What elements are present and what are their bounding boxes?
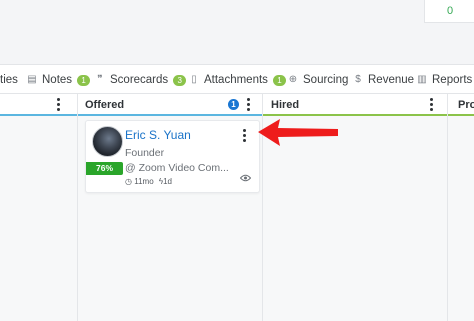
- column-header-next: Pro: [448, 94, 474, 116]
- sourcing-icon: ⊕: [288, 74, 298, 85]
- tab-sourcing-label: Sourcing: [303, 74, 349, 86]
- card-menu-button[interactable]: [243, 129, 246, 142]
- reports-icon: ▥: [417, 74, 427, 85]
- column-header-previous: [0, 94, 77, 116]
- column-title-offered: Offered: [85, 99, 125, 111]
- notes-icon: ▤: [27, 74, 37, 85]
- profile-tabs: ties ▤ Notes 1 ❞ Scorecards 3 ▯ Attachme…: [0, 64, 474, 94]
- top-count-badge[interactable]: 0: [424, 0, 474, 23]
- column-body-previous: [0, 116, 77, 321]
- column-header-offered: Offered 1: [78, 94, 262, 116]
- clock-icon: ◷: [125, 177, 132, 186]
- tab-attachments[interactable]: ▯ Attachments 1: [189, 65, 286, 95]
- candidate-age: 11mo: [134, 177, 154, 186]
- tab-scorecards[interactable]: ❞ Scorecards 3: [95, 65, 187, 95]
- candidate-title: Founder: [125, 147, 165, 159]
- tab-revenue-label: Revenue: [368, 74, 415, 86]
- column-menu-previous[interactable]: [57, 98, 60, 111]
- tab-attachments-label: Attachments: [204, 74, 268, 86]
- attachments-count: 1: [272, 74, 286, 86]
- candidate-company: @ Zoom Video Com...: [125, 162, 229, 174]
- notes-count: 1: [77, 74, 91, 86]
- column-title-next: Pro: [458, 99, 474, 111]
- scorecards-count: 3: [173, 74, 187, 86]
- column-header-hired: Hired: [263, 94, 447, 116]
- eye-icon[interactable]: [239, 174, 252, 185]
- avatar[interactable]: [92, 126, 123, 157]
- tab-reports-label: Reports: [432, 74, 473, 86]
- tab-scorecards-label: Scorecards: [110, 74, 169, 86]
- tab-revenue[interactable]: $ Revenue: [353, 65, 414, 95]
- column-menu-hired[interactable]: [430, 98, 433, 111]
- tab-activities-label: ties: [0, 74, 18, 86]
- tab-activities[interactable]: ties: [0, 65, 18, 95]
- annotation-arrow-icon: [258, 119, 338, 146]
- revenue-icon: $: [355, 74, 361, 85]
- stage-time: 1d: [163, 177, 173, 186]
- column-body-next: [448, 116, 474, 321]
- tab-notes[interactable]: ▤ Notes 1: [27, 65, 91, 95]
- match-score-badge: 76%: [86, 162, 123, 175]
- offered-count-badge: 1: [228, 99, 239, 110]
- candidate-meta: ◷ 11mo ϟ1d: [125, 177, 172, 186]
- attachments-icon: ▯: [191, 74, 197, 85]
- column-title-hired: Hired: [271, 99, 300, 111]
- tab-notes-label: Notes: [42, 74, 73, 86]
- candidate-name[interactable]: Eric S. Yuan: [125, 128, 191, 142]
- scorecards-icon: ❞: [97, 74, 103, 85]
- tab-sourcing[interactable]: ⊕ Sourcing: [288, 65, 349, 95]
- candidate-card[interactable]: Eric S. Yuan Founder 76% @ Zoom Video Co…: [85, 120, 260, 193]
- top-bar: 0: [0, 0, 474, 64]
- column-menu-offered[interactable]: [247, 98, 250, 111]
- tab-reports[interactable]: ▥ Reports: [417, 65, 472, 95]
